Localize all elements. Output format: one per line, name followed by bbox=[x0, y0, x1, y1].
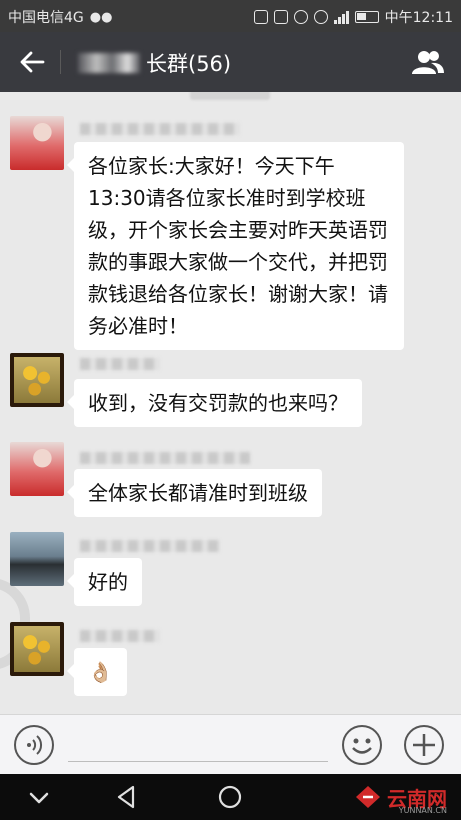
message-bubble[interactable]: 各位家长:大家好！今天下午13:30请各位家长准时到学校班级，开个家长会主要对昨… bbox=[67, 142, 404, 350]
group-members-icon[interactable] bbox=[411, 48, 445, 76]
sender-name-blurred bbox=[80, 630, 160, 642]
avatar[interactable] bbox=[10, 442, 64, 496]
sender-name-blurred bbox=[80, 540, 220, 552]
voice-button[interactable] bbox=[14, 725, 54, 765]
watermark-url: YUNNAN.CN bbox=[398, 806, 447, 815]
sender-name-blurred bbox=[80, 358, 160, 370]
sender-name-blurred bbox=[80, 123, 240, 135]
eye-icon bbox=[313, 10, 328, 24]
group-title-text: 长群(56) bbox=[146, 52, 232, 76]
nav-home-icon[interactable] bbox=[215, 783, 245, 811]
message-bubble[interactable]: 好的 bbox=[67, 558, 142, 606]
battery-icon bbox=[354, 11, 379, 23]
hd-icon bbox=[253, 10, 268, 24]
time-tag bbox=[190, 92, 270, 100]
chat-header: 长群(56) bbox=[0, 32, 461, 92]
header-divider bbox=[60, 50, 61, 74]
signal-icon bbox=[333, 10, 349, 24]
message-input[interactable] bbox=[68, 761, 328, 762]
sender-name-blurred bbox=[80, 452, 250, 464]
avatar[interactable] bbox=[10, 116, 64, 170]
emoji-icon bbox=[352, 738, 372, 754]
input-bar bbox=[0, 714, 461, 775]
more-button[interactable] bbox=[404, 725, 444, 765]
alarm-icon bbox=[293, 10, 308, 24]
chat-area[interactable]: 各位家长:大家好！今天下午13:30请各位家长准时到学校班级，开个家长会主要对昨… bbox=[0, 92, 461, 714]
system-nav-bar: 云南网 YUNNAN.CN bbox=[0, 774, 461, 820]
back-arrow-icon[interactable] bbox=[18, 48, 46, 76]
blurred-name bbox=[78, 53, 140, 73]
status-bar: 中国电信4G ●● 中午12:11 bbox=[0, 0, 461, 32]
wechat-notification-icon: ●● bbox=[89, 9, 113, 25]
message-bubble[interactable]: 收到，没有交罚款的也来吗？ bbox=[67, 379, 362, 427]
message-bubble[interactable]: 全体家长都请准时到班级 bbox=[67, 469, 322, 517]
watermark-logo-icon bbox=[356, 786, 380, 808]
watermark-logo: 云南网 YUNNAN.CN bbox=[353, 780, 447, 815]
voice-icon bbox=[27, 735, 43, 755]
ok-emoji-bubble[interactable]: 👌🏼 bbox=[67, 648, 127, 696]
carrier-label: 中国电信4G bbox=[8, 10, 84, 26]
avatar[interactable] bbox=[10, 622, 64, 676]
status-right: 中午12:11 bbox=[253, 7, 453, 27]
plus-icon bbox=[413, 734, 435, 756]
emoji-button[interactable] bbox=[342, 725, 382, 765]
nav-down-icon[interactable] bbox=[24, 783, 54, 811]
avatar[interactable] bbox=[10, 532, 64, 586]
vibrate-icon bbox=[273, 10, 288, 24]
group-title: 长群(56) bbox=[78, 48, 231, 78]
nav-back-icon[interactable] bbox=[112, 783, 142, 811]
avatar[interactable] bbox=[10, 353, 64, 407]
status-time: 中午12:11 bbox=[384, 10, 453, 26]
status-left: 中国电信4G ●● bbox=[8, 7, 112, 27]
